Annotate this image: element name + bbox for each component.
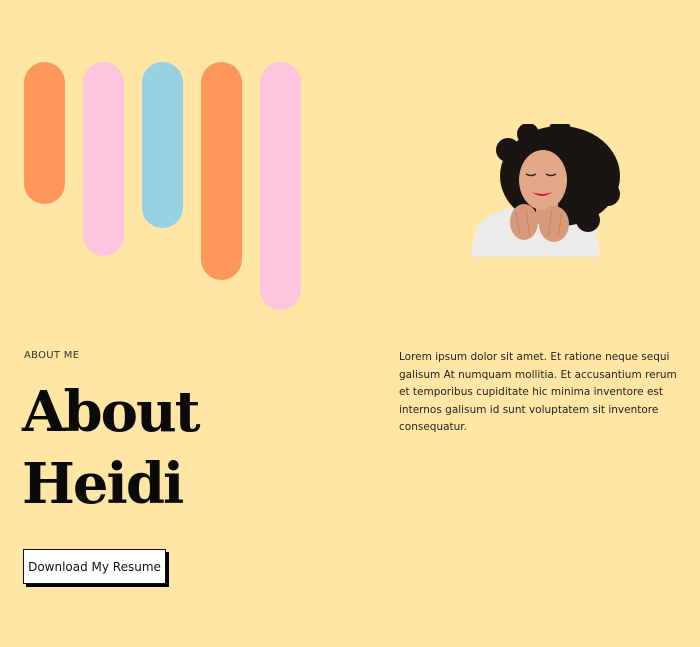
blue-bar [142, 62, 183, 228]
about-eyebrow: ABOUT ME [24, 350, 80, 361]
page-title: About Heidi [22, 376, 201, 520]
portrait-image [468, 124, 622, 257]
pink-bar-1 [83, 62, 124, 256]
woman-portrait-icon [470, 124, 620, 257]
pink-bar-2 [260, 62, 301, 310]
decorative-bars [0, 0, 320, 320]
bio-paragraph: Lorem ipsum dolor sit amet. Et ratione n… [399, 351, 677, 433]
orange-bar-1 [24, 62, 65, 204]
title-line-name: Heidi [22, 451, 184, 517]
title-line-about: About [22, 379, 201, 445]
download-resume-button[interactable]: Download My Resume [23, 549, 166, 584]
orange-bar-2 [201, 62, 242, 280]
